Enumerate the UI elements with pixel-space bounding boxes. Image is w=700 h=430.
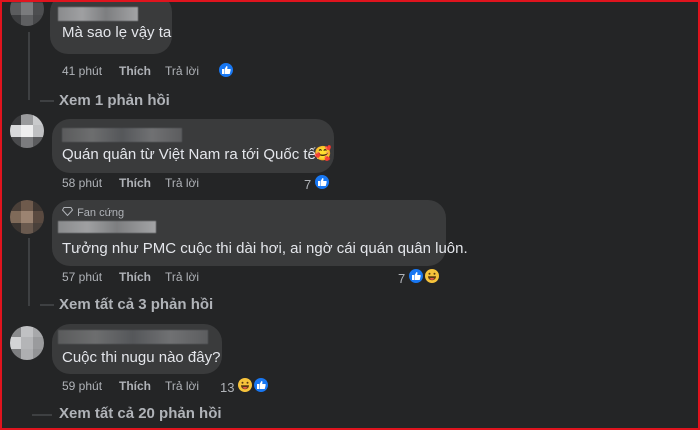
reply-button[interactable]: Trả lời bbox=[165, 176, 199, 190]
view-replies-link[interactable]: Xem tất cả 3 phản hồi bbox=[59, 296, 213, 313]
comment-time[interactable]: 59 phút bbox=[62, 379, 102, 393]
comment-text: Mà sao lẹ vậy ta bbox=[62, 24, 172, 41]
view-replies-link[interactable]: Xem tất cả 20 phản hồi bbox=[59, 405, 222, 422]
reply-connector bbox=[40, 304, 54, 306]
reply-button[interactable]: Trả lời bbox=[165, 64, 199, 78]
fan-badge: Fan cứng bbox=[61, 207, 125, 219]
avatar[interactable] bbox=[10, 2, 44, 26]
reaction-count[interactable]: 13 bbox=[220, 380, 234, 395]
like-button[interactable]: Thích bbox=[119, 176, 151, 190]
avatar[interactable] bbox=[10, 114, 44, 148]
thread-connector bbox=[28, 32, 30, 100]
comment-time[interactable]: 41 phút bbox=[62, 64, 102, 78]
reply-button[interactable]: Trả lời bbox=[165, 270, 199, 284]
comment-thread-panel: Mà sao lẹ vậy ta 41 phút Thích Trả lời X… bbox=[0, 0, 700, 430]
badge-label: Fan cứng bbox=[77, 207, 125, 219]
heart-eyes-emoji: 🥰 bbox=[314, 145, 332, 161]
avatar[interactable] bbox=[10, 326, 44, 360]
diamond-icon bbox=[61, 207, 74, 217]
reaction-count[interactable]: 7 bbox=[398, 271, 405, 286]
comment-text: Quán quân từ Việt Nam ra tới Quốc tế. bbox=[62, 146, 321, 163]
comment-text: Tưởng như PMC cuộc thi dài hơi, ai ngờ c… bbox=[62, 240, 468, 257]
commenter-name-blurred[interactable] bbox=[58, 330, 208, 344]
like-reaction-icon[interactable] bbox=[407, 267, 425, 285]
commenter-name-blurred[interactable] bbox=[58, 7, 138, 21]
commenter-name-blurred[interactable] bbox=[58, 221, 156, 233]
reply-connector bbox=[32, 414, 52, 416]
avatar[interactable] bbox=[10, 200, 44, 234]
commenter-name-blurred[interactable] bbox=[62, 128, 182, 142]
thread-connector bbox=[28, 238, 30, 306]
reply-button[interactable]: Trả lời bbox=[165, 379, 199, 393]
like-button[interactable]: Thích bbox=[119, 379, 151, 393]
like-reaction-icon[interactable] bbox=[313, 173, 331, 191]
like-button[interactable]: Thích bbox=[119, 64, 151, 78]
comment-bubble: Cuộc thi nugu nào đây? bbox=[52, 324, 222, 374]
comment-time[interactable]: 58 phút bbox=[62, 176, 102, 190]
like-reaction-icon[interactable] bbox=[252, 376, 270, 394]
comment-bubble: Quán quân từ Việt Nam ra tới Quốc tế. 🥰 bbox=[52, 119, 334, 173]
like-reaction-icon[interactable] bbox=[217, 61, 235, 79]
haha-reaction-icon[interactable] bbox=[423, 267, 441, 285]
comment-text: Cuộc thi nugu nào đây? bbox=[62, 349, 221, 366]
like-button[interactable]: Thích bbox=[119, 270, 151, 284]
reply-connector bbox=[40, 100, 54, 102]
comment-bubble: Fan cứng Tưởng như PMC cuộc thi dài hơi,… bbox=[52, 200, 468, 266]
view-replies-link[interactable]: Xem 1 phản hồi bbox=[59, 92, 170, 109]
reaction-count[interactable]: 7 bbox=[304, 177, 311, 192]
comment-time[interactable]: 57 phút bbox=[62, 270, 102, 284]
comment-bubble: Mà sao lẹ vậy ta bbox=[50, 2, 172, 54]
